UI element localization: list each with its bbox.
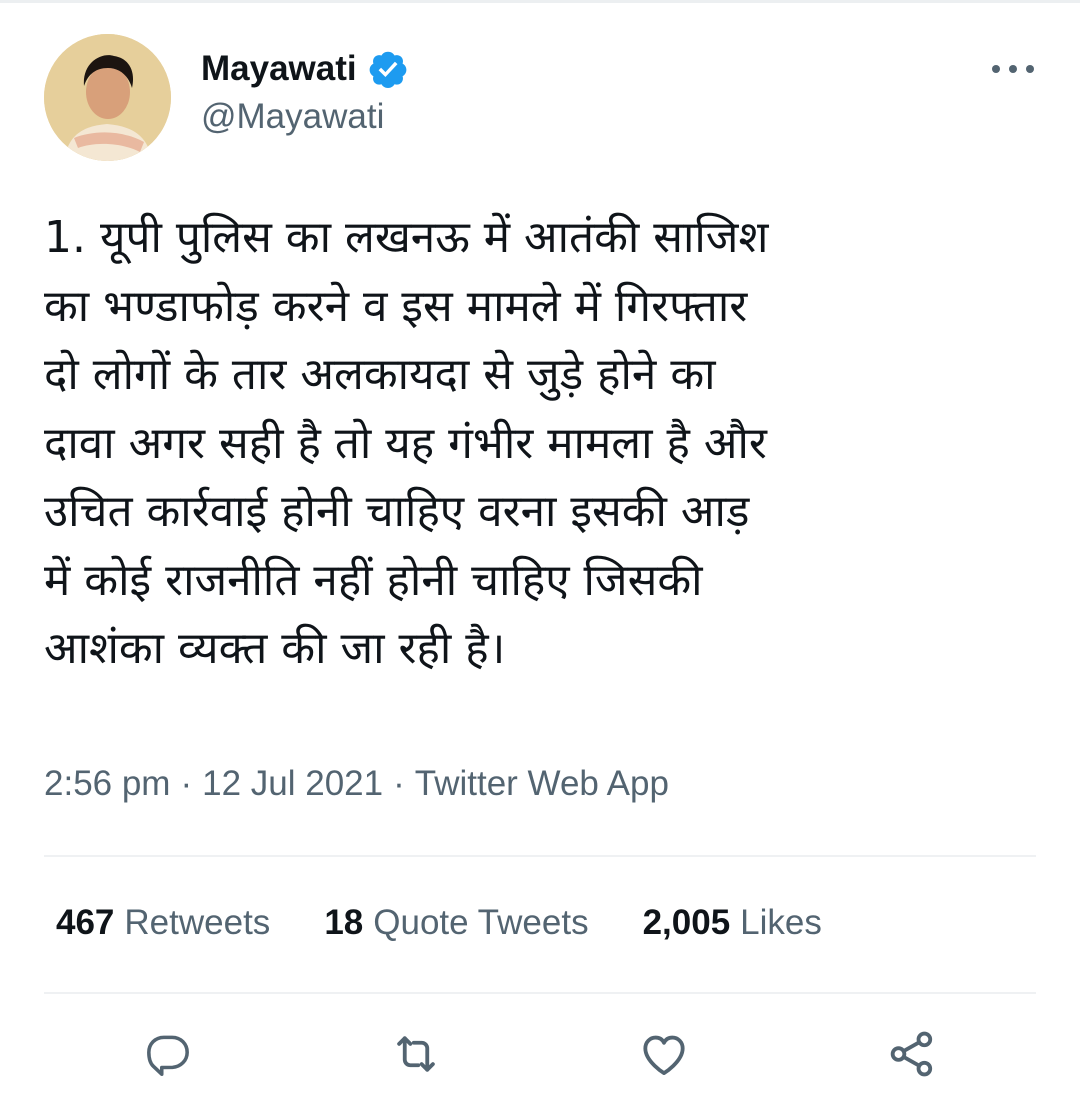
tweet-meta: 2:56 pm · 12 Jul 2021 · Twitter Web App [44,764,669,804]
author-name-row[interactable]: Mayawati [201,44,409,94]
top-border [0,0,1080,3]
quote-tweets-count: 18 [324,903,364,942]
retweet-icon[interactable] [384,1022,448,1086]
tweet-text: 1. यूपी पुलिस का लखनऊ में आतंकी साजिश का… [44,212,769,674]
author-handle[interactable]: @Mayawati [201,97,384,137]
meta-separator: · [393,764,405,803]
divider [44,992,1036,994]
retweets-label: Retweets [124,903,271,942]
likes-count: 2,005 [642,903,731,942]
verified-badge-icon [367,48,409,90]
tweet-time[interactable]: 2:56 pm [44,764,170,804]
divider [44,855,1036,857]
avatar[interactable] [44,34,171,161]
retweets-stat[interactable]: 467 Retweets [56,903,270,943]
tweet-date[interactable]: 12 Jul 2021 [202,764,383,804]
quote-tweets-stat[interactable]: 18 Quote Tweets [324,903,588,943]
likes-label: Likes [740,903,822,942]
meta-separator: · [180,764,193,803]
quote-tweets-label: Quote Tweets [373,903,589,942]
reply-icon[interactable] [136,1022,200,1086]
likes-stat[interactable]: 2,005 Likes [643,903,822,943]
share-icon[interactable] [880,1022,944,1086]
engagement-stats: 467 Retweets 18 Quote Tweets 2,005 Likes [56,903,822,943]
tweet-source[interactable]: Twitter Web App [415,764,669,804]
avatar-image [44,34,171,161]
author-name[interactable]: Mayawati [201,49,357,89]
like-icon[interactable] [632,1022,696,1086]
more-options-icon[interactable] [992,54,1034,84]
retweets-count: 467 [56,903,115,942]
action-bar [0,1022,1080,1086]
